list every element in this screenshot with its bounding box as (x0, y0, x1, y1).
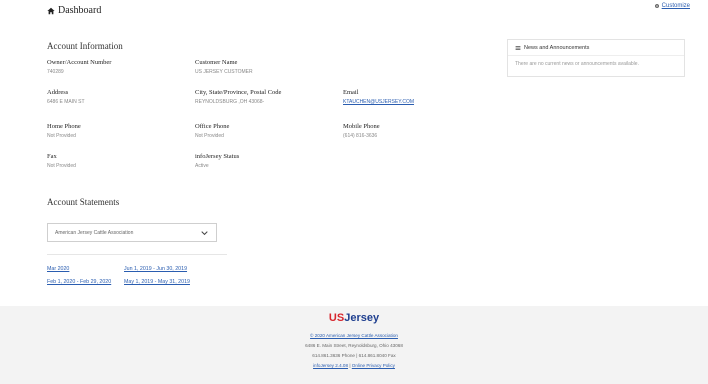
status-value: Active (195, 163, 209, 169)
customize-link[interactable]: Customize (654, 3, 690, 9)
list-icon (515, 46, 521, 50)
privacy-policy-link[interactable]: Online Privacy Policy (352, 363, 395, 368)
account-statements-title: Account Statements (47, 197, 120, 207)
address-field: Address 6486 E MAIN ST (47, 89, 85, 105)
office-phone-field: Office Phone Not Provided (195, 123, 229, 139)
status-field: infoJersey Status Active (195, 153, 239, 169)
home-phone-field: Home Phone Not Provided (47, 123, 81, 139)
email-field: Email KTAUCHEN@USJERSEY.COM (343, 89, 414, 105)
status-label: infoJersey Status (195, 153, 240, 160)
statement-link[interactable]: Mar 2020 (47, 266, 69, 272)
customer-value: US JERSEY CUSTOMER (195, 69, 253, 75)
email-label: Email (343, 89, 359, 96)
owner-label: Owner/Account Number (47, 59, 112, 66)
footer-address: 6486 E. Main Street, Reynoldsburg, Ohio … (305, 343, 403, 348)
gear-icon (654, 4, 659, 8)
page-title: Dashboard (47, 5, 101, 16)
version-link[interactable]: infoJersey 2.4.08 (313, 363, 348, 368)
news-header: News and Announcements (508, 40, 684, 56)
main-content: Dashboard Customize Account Information … (0, 0, 708, 306)
address-value: 6486 E MAIN ST (47, 99, 85, 105)
fax-field: Fax Not Provided (47, 153, 76, 169)
home-phone-label: Home Phone (47, 123, 81, 130)
page-title-text: Dashboard (58, 5, 102, 16)
office-phone-value: Not Provided (195, 133, 224, 139)
statement-link[interactable]: May 1, 2019 - May 31, 2019 (124, 279, 190, 285)
email-link[interactable]: KTAUCHEN@USJERSEY.COM (343, 99, 414, 105)
news-body: There are no current news or announcemen… (515, 61, 639, 67)
office-phone-label: Office Phone (195, 123, 230, 130)
fax-value: Not Provided (47, 163, 76, 169)
mobile-phone-value: (614) 816-3636 (343, 133, 378, 139)
city-label: City, State/Province, Postal Code (195, 89, 282, 96)
divider (47, 254, 227, 255)
city-value: REYNOLDSBURG ,OH 43068- (195, 99, 265, 105)
mobile-phone-field: Mobile Phone (614) 816-3636 (343, 123, 380, 139)
home-phone-value: Not Provided (47, 133, 76, 139)
chevron-down-icon (201, 231, 208, 236)
statement-link[interactable]: Feb 1, 2020 - Feb 29, 2020 (47, 279, 111, 285)
city-field: City, State/Province, Postal Code REYNOL… (195, 89, 281, 105)
statement-link[interactable]: Jun 1, 2019 - Jun 30, 2019 (124, 266, 187, 272)
footer-phones: 614.861.3636 Phone | 614.861.8040 Fax (312, 353, 396, 358)
usjersey-logo: USJersey (328, 312, 380, 324)
home-icon (47, 7, 55, 14)
mobile-phone-label: Mobile Phone (343, 123, 380, 130)
owner-field: Owner/Account Number 740289 (47, 59, 111, 75)
news-panel: News and Announcements There are no curr… (507, 39, 685, 77)
customer-field: Customer Name US JERSEY CUSTOMER (195, 59, 253, 75)
owner-value: 740289 (47, 69, 64, 75)
account-info-title: Account Information (47, 41, 123, 51)
address-label: Address (47, 89, 69, 96)
organization-select-value: American Jersey Cattle Association (55, 230, 134, 236)
copyright-link[interactable]: © 2020 American Jersey Cattle Associatio… (310, 333, 398, 338)
news-title: News and Announcements (524, 45, 590, 51)
fax-label: Fax (47, 153, 57, 160)
customer-label: Customer Name (195, 59, 238, 66)
footer: USJersey © 2020 American Jersey Cattle A… (0, 306, 708, 384)
customize-label[interactable]: Customize (662, 3, 690, 9)
organization-select[interactable]: American Jersey Cattle Association (47, 223, 217, 242)
